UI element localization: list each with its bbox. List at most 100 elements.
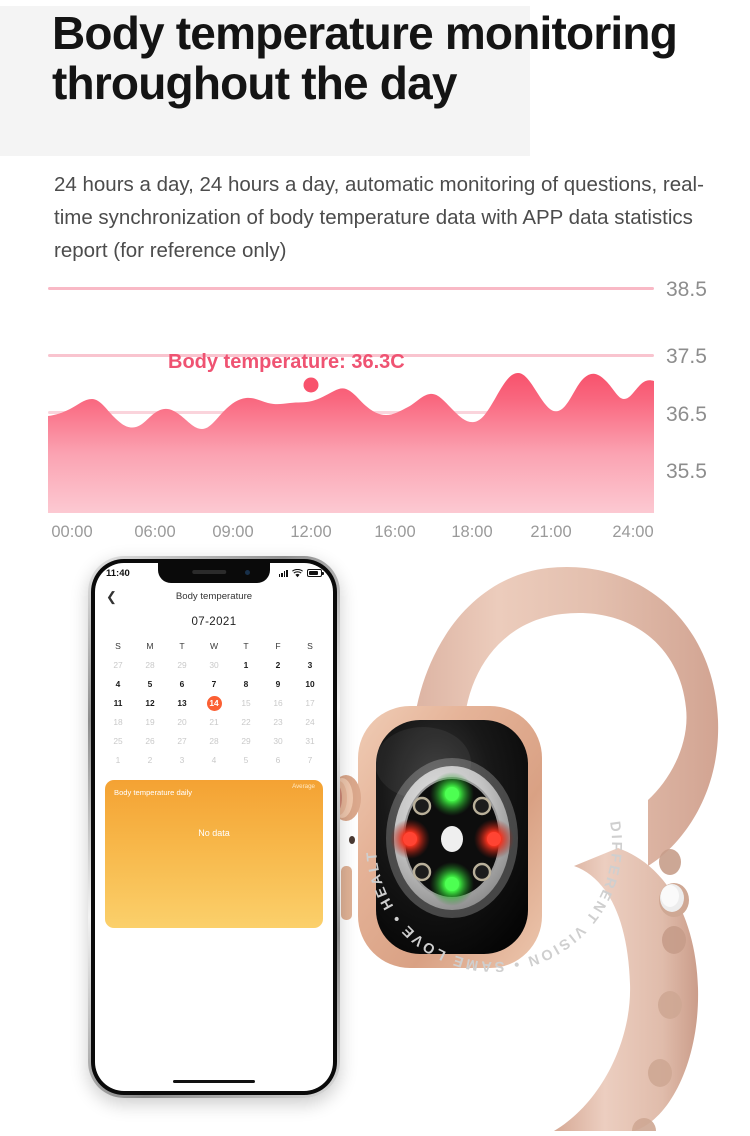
watch-svg: DIFFERENT VISION • SAME LOVE • HEALTHY •… xyxy=(310,536,719,1136)
calendar-day-4[interactable]: 4 xyxy=(102,675,134,694)
weekday-3: W xyxy=(209,641,219,651)
calendar-day-6[interactable]: 6 xyxy=(262,751,294,770)
status-bar: 11:40 xyxy=(95,563,333,583)
calendar-day-15[interactable]: 15 xyxy=(230,694,262,713)
wifi-icon xyxy=(292,568,303,577)
temperature-chart: Body temperature: 36.3C 38.5 37.5 36.5 3… xyxy=(0,275,750,541)
calendar-day-28[interactable]: 28 xyxy=(198,732,230,751)
x-tick-3: 12:00 xyxy=(290,523,332,541)
smartwatch-product-image: DIFFERENT VISION • SAME LOVE • HEALTHY •… xyxy=(310,536,750,1136)
calendar-day-21[interactable]: 21 xyxy=(198,713,230,732)
weekday-5: F xyxy=(275,641,281,651)
calendar-weekday-row: S M T W T F S xyxy=(102,637,326,656)
calendar-week-row: 25 26 27 28 29 30 31 xyxy=(102,732,326,751)
home-indicator[interactable] xyxy=(173,1079,255,1083)
calendar-day-13[interactable]: 13 xyxy=(166,694,198,713)
calendar-day-24[interactable]: 24 xyxy=(294,713,326,732)
signal-icon xyxy=(278,569,288,577)
calendar-day-2[interactable]: 2 xyxy=(262,656,294,675)
calendar-day-6[interactable]: 6 xyxy=(166,675,198,694)
watch-microphone xyxy=(349,836,355,844)
y-tick-36-5: 36.5 xyxy=(666,403,707,426)
watch-band-pin xyxy=(659,883,689,917)
calendar-day-29[interactable]: 29 xyxy=(230,732,262,751)
calendar-day-10[interactable]: 10 xyxy=(294,675,326,694)
calendar-day-28[interactable]: 28 xyxy=(134,656,166,675)
phone-screen: 11:40 ❮ Body temperature 07-2021 S M T W… xyxy=(95,563,333,1091)
calendar-day-31[interactable]: 31 xyxy=(294,732,326,751)
weekday-1: M xyxy=(146,641,154,651)
card-average-label[interactable]: Average xyxy=(292,783,315,790)
calendar-day-9[interactable]: 9 xyxy=(262,675,294,694)
weekday-2: T xyxy=(179,641,185,651)
calendar-grid[interactable]: S M T W T F S 27 28 29 30 1 2 3 4 5 6 7 8 9 10 11 12 13 1… xyxy=(95,637,333,770)
x-tick-5: 18:00 xyxy=(451,523,493,541)
chart-svg xyxy=(48,287,654,513)
calendar-days[interactable]: 27 28 29 30 1 2 3 4 5 6 7 8 9 10 11 12 13 14 15 16 17 18 19 20 2… xyxy=(102,656,326,770)
x-tick-7: 24:00 xyxy=(612,523,654,541)
calendar-day-25[interactable]: 25 xyxy=(102,732,134,751)
calendar-week-row: 4 5 6 7 8 9 10 xyxy=(102,675,326,694)
calendar-day-23[interactable]: 23 xyxy=(262,713,294,732)
chart-area-series xyxy=(48,373,654,513)
calendar-day-3[interactable]: 3 xyxy=(166,751,198,770)
chart-annotation-label: Body temperature: 36.3C xyxy=(168,351,405,373)
calendar-day-5[interactable]: 5 xyxy=(134,675,166,694)
calendar-day-16[interactable]: 16 xyxy=(262,694,294,713)
x-tick-2: 09:00 xyxy=(212,523,254,541)
battery-icon xyxy=(307,569,324,577)
calendar-day-1[interactable]: 1 xyxy=(230,656,262,675)
chart-marker-dot xyxy=(303,377,319,393)
page-subtitle: 24 hours a day, 24 hours a day, automati… xyxy=(54,173,704,262)
y-tick-35-5: 35.5 xyxy=(666,460,707,483)
app-screen-title: Body temperature xyxy=(175,590,253,602)
temperature-daily-card[interactable]: Body temperature daily Average No data xyxy=(105,780,323,928)
weekday-4: T xyxy=(243,641,249,651)
status-time: 11:40 xyxy=(106,567,130,579)
calendar-day-14[interactable]: 14 xyxy=(198,694,230,713)
calendar-day-11[interactable]: 11 xyxy=(102,694,134,713)
weekday-6: S xyxy=(307,641,313,651)
x-tick-1: 06:00 xyxy=(134,523,176,541)
calendar-day-27[interactable]: 27 xyxy=(102,656,134,675)
calendar-month-label: 07-2021 xyxy=(191,616,237,628)
calendar-day-29[interactable]: 29 xyxy=(166,656,198,675)
calendar-day-1[interactable]: 1 xyxy=(102,751,134,770)
app-navbar: ❮ Body temperature xyxy=(95,583,333,609)
calendar-day-22[interactable]: 22 xyxy=(230,713,262,732)
phone-body: 11:40 ❮ Body temperature 07-2021 S M T W… xyxy=(91,559,337,1095)
page-title: Body temperature monitoring throughout t… xyxy=(52,7,678,109)
x-tick-6: 21:00 xyxy=(530,523,572,541)
calendar-day-12[interactable]: 12 xyxy=(134,694,166,713)
card-title: Body temperature daily xyxy=(114,788,193,797)
calendar-day-8[interactable]: 8 xyxy=(230,675,262,694)
calendar-day-18[interactable]: 18 xyxy=(102,713,134,732)
calendar-week-row: 1234567 xyxy=(102,751,326,770)
calendar-day-4[interactable]: 4 xyxy=(198,751,230,770)
calendar-day-7[interactable]: 7 xyxy=(294,751,326,770)
calendar-day-30[interactable]: 30 xyxy=(198,656,230,675)
x-tick-0: 00:00 xyxy=(51,523,93,541)
y-tick-38-5: 38.5 xyxy=(666,278,707,301)
calendar-day-26[interactable]: 26 xyxy=(134,732,166,751)
calendar-day-7[interactable]: 7 xyxy=(198,675,230,694)
x-tick-4: 16:00 xyxy=(374,523,416,541)
status-icons xyxy=(278,568,324,578)
watch-side-button xyxy=(341,866,352,920)
calendar-day-20[interactable]: 20 xyxy=(166,713,198,732)
calendar-day-5[interactable]: 5 xyxy=(230,751,262,770)
back-chevron-icon[interactable]: ❮ xyxy=(106,590,117,603)
weekday-0: S xyxy=(115,641,121,651)
calendar-day-17[interactable]: 17 xyxy=(294,694,326,713)
calendar-day-30[interactable]: 30 xyxy=(262,732,294,751)
calendar-day-19[interactable]: 19 xyxy=(134,713,166,732)
calendar-day-2[interactable]: 2 xyxy=(134,751,166,770)
calendar-week-row: 11 12 13 14 15 16 17 xyxy=(102,694,326,713)
phone-mockup: 11:40 ❮ Body temperature 07-2021 S M T W… xyxy=(88,556,340,1098)
calendar-week-row: 18 19 20 21 22 23 24 xyxy=(102,713,326,732)
calendar-day-3[interactable]: 3 xyxy=(294,656,326,675)
card-empty-state: No data xyxy=(198,828,230,838)
calendar-day-27[interactable]: 27 xyxy=(166,732,198,751)
sensor-center xyxy=(441,826,463,852)
heart-rate-sensor xyxy=(386,758,518,918)
